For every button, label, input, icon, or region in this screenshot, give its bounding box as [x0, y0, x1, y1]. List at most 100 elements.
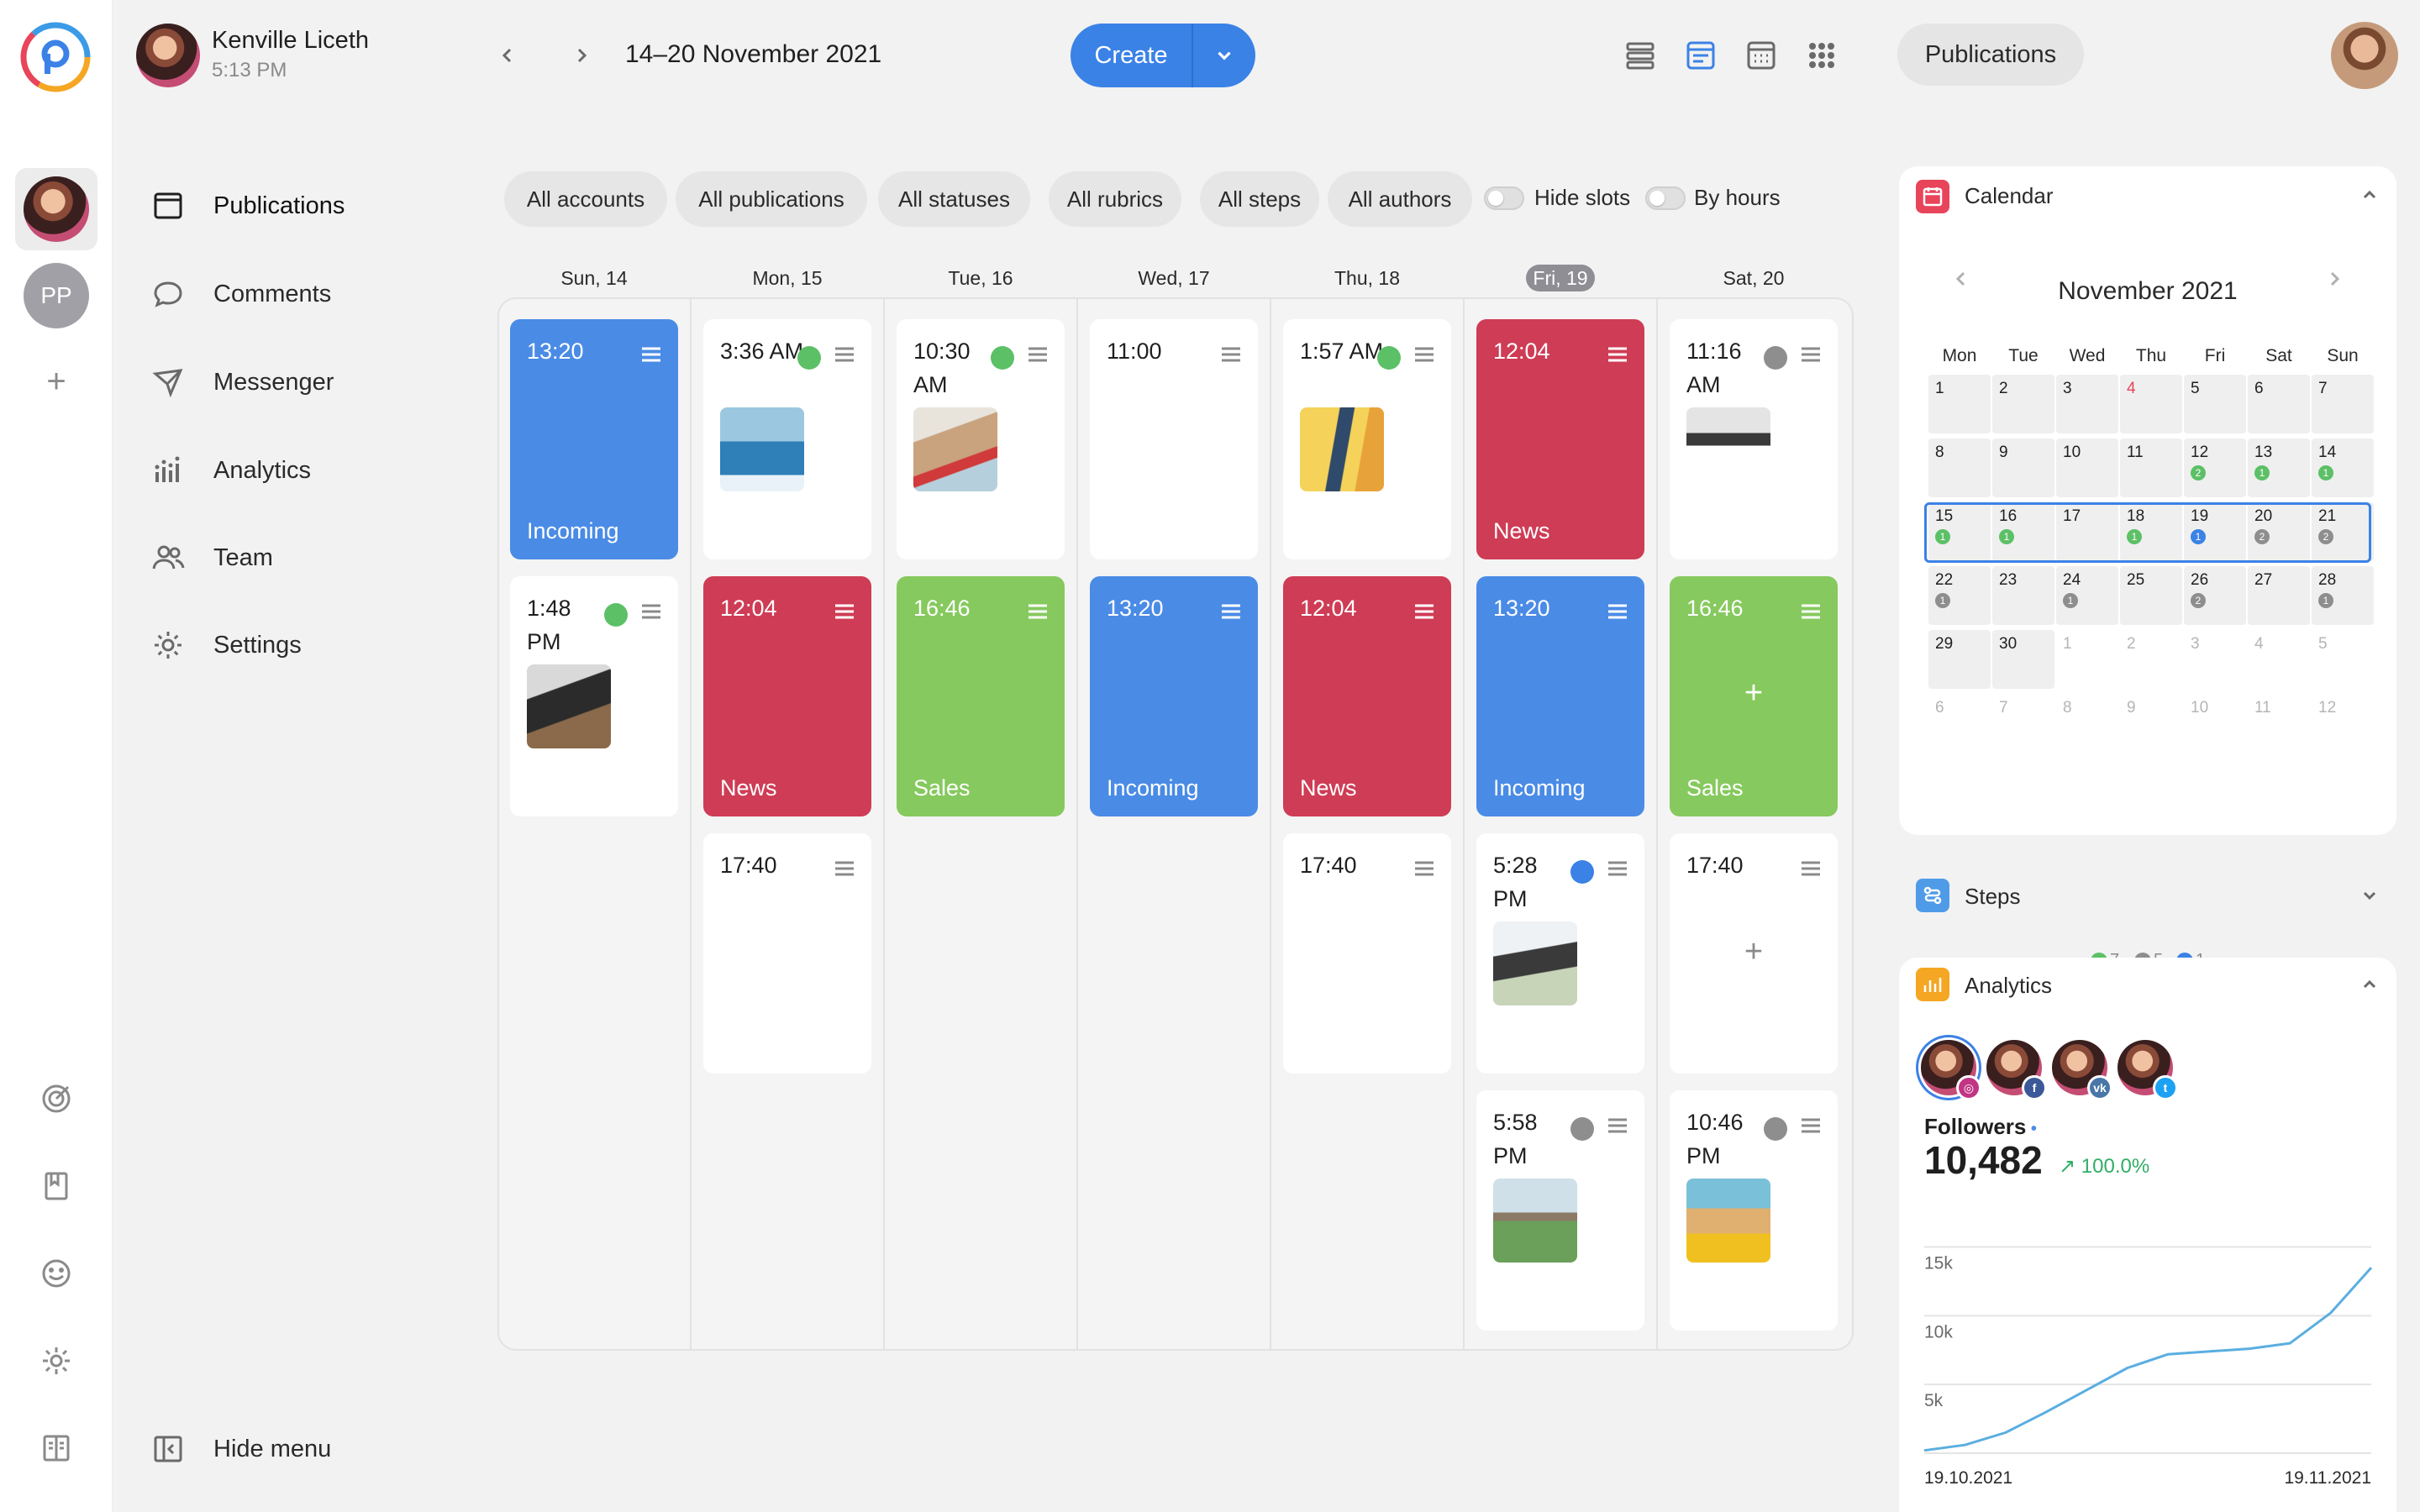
menu-icon[interactable] — [1799, 601, 1823, 622]
calendar-day[interactable]: 9 — [2120, 694, 2182, 753]
rubric-slot-card[interactable]: 16:46 Sales — [897, 576, 1065, 816]
calendar-day[interactable]: 6 — [1928, 694, 1991, 753]
menu-icon[interactable] — [1606, 344, 1629, 365]
calendar-day[interactable]: 14 1 — [2312, 438, 2374, 497]
post-thumbnail[interactable] — [1493, 921, 1577, 1005]
menu-item-analytics[interactable]: Analytics — [150, 445, 311, 496]
calendar-day[interactable]: 5 — [2312, 630, 2374, 689]
calendar-day[interactable]: 11 — [2248, 694, 2310, 753]
empty-slot-card[interactable]: 17:40 — [1283, 833, 1451, 1074]
user-avatar[interactable] — [136, 24, 200, 87]
filter-chip[interactable]: All publications — [676, 171, 867, 227]
day-header[interactable]: Fri, 19 — [1464, 265, 1657, 291]
menu-icon[interactable] — [1606, 601, 1629, 622]
steps-panel[interactable]: Steps — [1899, 874, 2396, 916]
calendar-day[interactable]: 23 — [1992, 566, 2054, 625]
menu-icon[interactable] — [1799, 858, 1823, 879]
calendar-day[interactable]: 1 — [2056, 630, 2118, 689]
calendar-day[interactable]: 6 — [2248, 375, 2310, 433]
calendar-day[interactable]: 12 2 — [2184, 438, 2246, 497]
rubric-slot-card[interactable]: 13:20 Incoming — [510, 319, 678, 559]
active-account[interactable] — [15, 168, 97, 250]
target-icon[interactable] — [36, 1079, 76, 1119]
calendar-day[interactable]: 10 — [2184, 694, 2246, 753]
create-button[interactable]: Create — [1071, 24, 1255, 87]
post-thumbnail[interactable] — [1686, 1179, 1770, 1263]
rubric-slot-card[interactable]: 12:04 News — [1476, 319, 1644, 559]
post-card[interactable]: 1:48 PM — [510, 576, 678, 816]
grid-view-icon[interactable] — [1802, 35, 1842, 76]
calendar-day[interactable]: 4 — [2248, 630, 2310, 689]
filter-chip[interactable]: All accounts — [504, 171, 667, 227]
filter-chip[interactable]: All steps — [1200, 171, 1319, 227]
calendar-day[interactable]: 9 — [1992, 438, 2054, 497]
calendar-day[interactable]: 8 — [1928, 438, 1991, 497]
calendar-day[interactable]: 24 1 — [2056, 566, 2118, 625]
calendar-day[interactable]: 3 — [2056, 375, 2118, 433]
day-header[interactable]: Wed, 17 — [1077, 267, 1270, 290]
calendar-day[interactable]: 25 — [2120, 566, 2182, 625]
calendar-day[interactable]: 28 1 — [2312, 566, 2374, 625]
calendar-day[interactable]: 8 — [2056, 694, 2118, 753]
menu-item-comments[interactable]: Comments — [150, 269, 331, 319]
menu-icon[interactable] — [1219, 601, 1243, 622]
menu-item-team[interactable]: Team — [150, 533, 273, 583]
calendar-day[interactable]: 11 — [2120, 438, 2182, 497]
post-thumbnail[interactable] — [1493, 1179, 1577, 1263]
menu-icon[interactable] — [833, 344, 856, 365]
account-pp[interactable]: PP — [24, 263, 89, 328]
day-header[interactable]: Mon, 15 — [691, 267, 884, 290]
day-header[interactable]: Tue, 16 — [884, 267, 1077, 290]
chevron-down-icon[interactable] — [1193, 45, 1255, 66]
rubric-slot-card[interactable]: 13:20 Incoming — [1090, 576, 1258, 816]
hide-slots-toggle[interactable] — [1484, 186, 1524, 210]
prev-week-button[interactable] — [489, 37, 526, 74]
calendar-day[interactable]: 10 — [2056, 438, 2118, 497]
post-thumbnail[interactable] — [720, 407, 804, 491]
menu-item-messenger[interactable]: Messenger — [150, 357, 334, 407]
collapse-calendar-icon[interactable] — [2360, 185, 2380, 209]
rubric-slot-card[interactable]: 12:04 News — [1283, 576, 1451, 816]
post-thumbnail[interactable] — [913, 407, 997, 491]
list-view-icon[interactable] — [1620, 35, 1660, 76]
menu-icon[interactable] — [833, 601, 856, 622]
day-header[interactable]: Sun, 14 — [497, 267, 691, 290]
hide-menu-button[interactable]: Hide menu — [150, 1424, 331, 1474]
menu-icon[interactable] — [639, 344, 663, 365]
empty-slot-card[interactable]: 11:00 — [1090, 319, 1258, 559]
post-card[interactable]: 10:46 PM — [1670, 1090, 1838, 1331]
filter-chip[interactable]: All statuses — [878, 171, 1030, 227]
menu-icon[interactable] — [833, 858, 856, 879]
network-account-instagram[interactable]: ◎ — [1921, 1040, 1981, 1100]
calendar-day[interactable]: 2 — [2120, 630, 2182, 689]
week-view-icon[interactable] — [1681, 35, 1721, 76]
menu-item-publications[interactable]: Publications — [150, 181, 345, 231]
menu-icon[interactable] — [1799, 1116, 1823, 1136]
collapse-analytics-icon[interactable] — [2360, 974, 2380, 999]
publications-button[interactable]: Publications — [1897, 24, 2084, 86]
filter-chip[interactable]: All authors — [1328, 171, 1472, 227]
post-card[interactable]: 5:28 PM — [1476, 833, 1644, 1074]
menu-icon[interactable] — [1219, 344, 1243, 365]
post-card[interactable]: 10:30 AM — [897, 319, 1065, 559]
smile-icon[interactable] — [36, 1253, 76, 1294]
calendar-day[interactable]: 12 — [2312, 694, 2374, 753]
rubric-slot-card[interactable]: 12:04 News — [703, 576, 871, 816]
by-hours-toggle[interactable] — [1645, 186, 1686, 210]
calendar-day[interactable]: 26 2 — [2184, 566, 2246, 625]
post-card[interactable]: 3:36 AM — [703, 319, 871, 559]
calendar-day[interactable]: 27 — [2248, 566, 2310, 625]
profile-avatar[interactable] — [2331, 22, 2398, 89]
empty-slot-card[interactable]: 17:40 — [703, 833, 871, 1074]
menu-icon[interactable] — [1413, 858, 1436, 879]
add-post-icon[interactable]: + — [1670, 675, 1838, 711]
post-card[interactable]: 11:16 AM — [1670, 319, 1838, 559]
rubric-slot-card[interactable]: 13:20 Incoming — [1476, 576, 1644, 816]
calendar-day[interactable]: 3 — [2184, 630, 2246, 689]
menu-icon[interactable] — [1026, 601, 1050, 622]
day-header[interactable]: Thu, 18 — [1270, 267, 1464, 290]
calendar-day[interactable]: 13 1 — [2248, 438, 2310, 497]
post-thumbnail[interactable] — [1686, 407, 1770, 491]
expand-steps-icon[interactable] — [2360, 885, 2380, 910]
calendar-day[interactable]: 2 — [1992, 375, 2054, 433]
